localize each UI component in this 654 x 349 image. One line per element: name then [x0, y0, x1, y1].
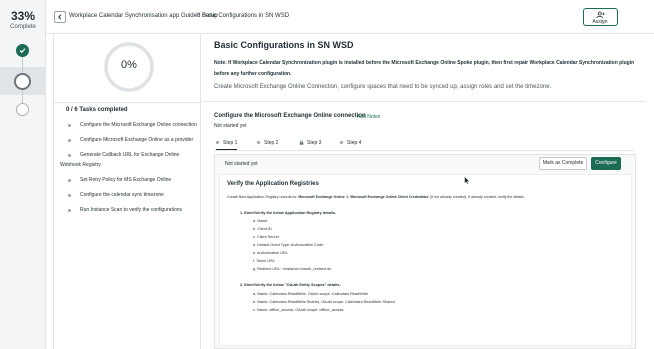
list-item: c. Client Secret [253, 235, 279, 239]
page-title: Basic Configurations in SN WSD [214, 40, 354, 50]
section-2-title: 2. Enter/Verify the below "OAuth Entity … [240, 283, 341, 287]
instructions-title: Verify the Application Registries [227, 181, 319, 187]
configure-button[interactable]: Configure [591, 157, 621, 170]
progress-rail: 33% Complete [0, 0, 46, 349]
step-dot-icon [340, 141, 343, 145]
assign-label: Assign [592, 19, 608, 25]
main-content: Basic Configurations in SN WSD Note: If … [202, 34, 646, 349]
list-item: e. Authorization URL [253, 251, 288, 255]
task-bullet-icon [68, 179, 71, 182]
assign-user-icon [596, 11, 605, 19]
tab-step-2[interactable]: Step 2 [257, 140, 278, 146]
task-bullet-icon [68, 139, 71, 142]
list-item: b. Name: Calendars.ReadWrite.Shared, OAu… [253, 300, 395, 304]
divider [202, 101, 646, 102]
list-item: b. Client ID [253, 227, 272, 231]
tab-step-4[interactable]: Step 4 [340, 140, 361, 146]
tab-step-1[interactable]: Step 1 [216, 140, 238, 150]
list-item: a. Name [253, 219, 268, 223]
list-item: f. Token URL [253, 259, 275, 263]
add-notes-link[interactable]: Add Notes [357, 114, 380, 120]
step-dot-icon [216, 141, 219, 145]
mark-as-complete-button[interactable]: Mark as Complete [539, 157, 587, 170]
task-bullet-icon [68, 194, 71, 197]
mouse-cursor-icon [464, 176, 470, 185]
task-list-panel: 0% 0 / 6 Tasks completed Configure the M… [53, 34, 201, 349]
list-item: c. Name: offline_access, OAuth scope: of… [253, 308, 344, 312]
list-item: g. Redirect URL: <instance>/oauth_redire… [253, 267, 332, 271]
tasks-completed-title: 0 / 6 Tasks completed [66, 107, 128, 113]
task-status: Not started yet [214, 123, 247, 129]
progress-status: Complete [10, 24, 36, 30]
task-list-item[interactable]: Generate Callback URL for Exchange Onlin… [60, 150, 200, 170]
back-button[interactable] [54, 11, 66, 23]
assign-button[interactable]: Assign [583, 8, 618, 26]
breadcrumb-separator: > [196, 12, 200, 18]
progress-ring-percent: 0% [121, 59, 137, 71]
page-description: Create Microsoft Exchange Online Connect… [214, 84, 552, 90]
progress-percent: 33% [10, 9, 36, 23]
task-bullet-icon [68, 209, 71, 212]
page-header: Workplace Calendar Synchronisation app G… [46, 0, 654, 34]
step-pending-icon[interactable] [16, 103, 29, 116]
section-1-title: 1. Enter/Verify the below Application Re… [240, 211, 337, 215]
step-dot-icon [257, 141, 260, 145]
current-task-title: Configure the Microsoft Exchange Online … [214, 113, 366, 119]
list-item: a. Name: Calendars.ReadWrite, OAuth scop… [253, 292, 369, 296]
lock-icon [299, 140, 304, 145]
divider [54, 102, 201, 103]
step-current-icon[interactable] [14, 73, 31, 90]
breadcrumb-current: Basic Configurations in SN WSD [202, 13, 290, 19]
chevron-left-icon [58, 14, 62, 20]
task-bullet-icon [68, 124, 71, 127]
plugin-note: Note: If Workplace Calendar Synchronizat… [214, 60, 635, 77]
tab-step-3[interactable]: Step 3 [299, 140, 321, 146]
step-completed-icon[interactable] [16, 44, 29, 57]
list-item: d. Default Grant Type: Authorization Cod… [253, 243, 324, 247]
step-instructions: Verify the Application Registries Create… [219, 174, 632, 346]
task-bullet-icon [68, 154, 71, 157]
step-tabs: Step 1 Step 2 Step 3 Step 4 [214, 138, 634, 151]
step-status: Not started yet [225, 161, 258, 167]
instructions-intro: Create New Application Registry records … [227, 195, 525, 199]
step-card: Not started yet Mark as Complete Configu… [214, 154, 636, 349]
